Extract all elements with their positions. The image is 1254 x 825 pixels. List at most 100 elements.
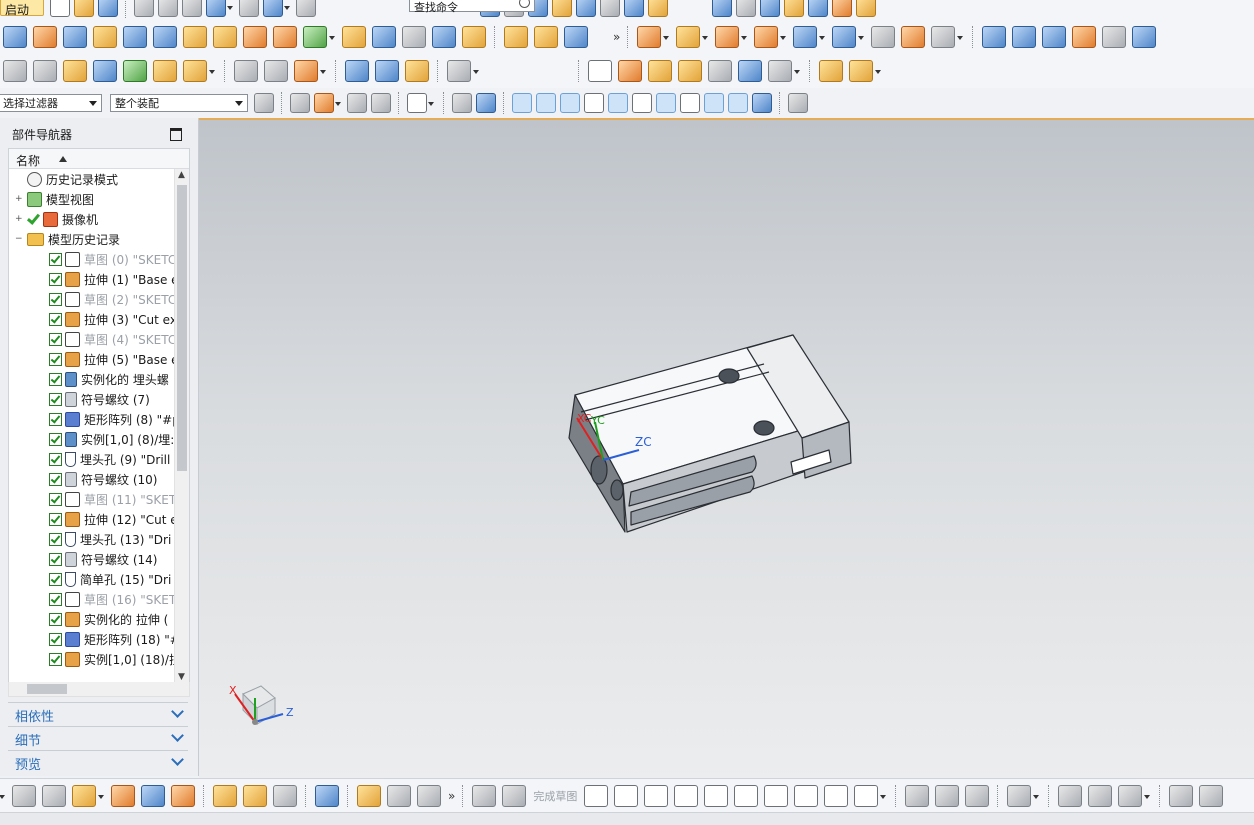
feature-row[interactable]: 草图 (11) "SKET (9, 489, 189, 509)
more-commands-icon[interactable]: » (613, 30, 620, 44)
measure-icon[interactable] (736, 0, 756, 17)
feature-checkbox[interactable] (49, 312, 62, 326)
offset-curve-icon[interactable] (854, 785, 879, 807)
panel-dependencies[interactable]: 相依性 (8, 702, 188, 725)
horizontal-scrollbar[interactable] (8, 682, 190, 697)
select-box-icon[interactable] (314, 93, 334, 113)
snap-on-curve-icon[interactable] (728, 93, 748, 113)
scroll-thumb[interactable] (177, 185, 187, 471)
feature-checkbox[interactable] (49, 452, 62, 466)
circle-icon[interactable] (674, 785, 699, 807)
line-icon[interactable] (614, 785, 639, 807)
check-clearance-icon[interactable] (315, 785, 339, 807)
feature-row[interactable]: 符号螺纹 (10) (9, 469, 189, 489)
tree-node-model-history[interactable]: − 模型历史记录 (9, 229, 189, 249)
make-corner-icon[interactable] (965, 785, 990, 807)
linear-dimension-icon[interactable] (1088, 785, 1113, 807)
feature-row[interactable]: 符号螺纹 (7) (9, 389, 189, 409)
feature-checkbox[interactable] (49, 392, 62, 406)
finish-sketch-label[interactable]: 完成草图 (533, 788, 577, 804)
redo-icon[interactable] (239, 0, 259, 17)
wcs-icon[interactable] (600, 0, 620, 17)
save-icon[interactable] (98, 0, 118, 17)
fit-tolerance-icon[interactable] (768, 60, 792, 82)
deselect-icon[interactable] (347, 93, 367, 113)
move-to-layer-icon[interactable] (33, 60, 57, 82)
grid-icon[interactable] (832, 0, 852, 17)
feature-checkbox[interactable] (49, 632, 62, 646)
section-icon[interactable] (552, 0, 572, 17)
chamfer-sketch-icon[interactable] (734, 785, 759, 807)
feature-row[interactable]: 草图 (4) "SKETC (9, 329, 189, 349)
feature-checkbox[interactable] (49, 492, 62, 506)
tree-node-cameras[interactable]: + 摄像机 (9, 209, 189, 229)
vertical-scrollbar[interactable]: ▲ ▼ (174, 169, 189, 683)
quick-trim-icon[interactable] (905, 785, 930, 807)
pad-icon[interactable] (342, 26, 366, 48)
collapse-icon[interactable]: − (15, 235, 23, 244)
feature-row[interactable]: 拉伸 (1) "Base e (9, 269, 189, 289)
move-face-icon[interactable] (931, 26, 956, 48)
sketch-icon[interactable] (472, 785, 497, 807)
copy-icon[interactable] (158, 0, 178, 17)
revolve-icon[interactable] (33, 26, 57, 48)
feature-checkbox[interactable] (49, 652, 62, 666)
draft-icon[interactable] (901, 26, 926, 48)
feature-row[interactable]: 拉伸 (12) "Cut e (9, 509, 189, 529)
feature-row[interactable]: 简单孔 (15) "Dri (9, 569, 189, 589)
hole-icon[interactable] (303, 26, 327, 48)
pattern-icon[interactable] (243, 26, 267, 48)
sew-icon[interactable] (234, 60, 258, 82)
feature-row[interactable]: 拉伸 (3) "Cut ex (9, 309, 189, 329)
feature-checkbox[interactable] (49, 572, 62, 586)
expand-icon[interactable]: + (15, 215, 23, 224)
component-icon[interactable] (849, 60, 873, 82)
explode-view-icon[interactable] (213, 785, 237, 807)
groove-icon[interactable] (402, 26, 426, 48)
scroll-up-icon[interactable]: ▲ (178, 170, 185, 180)
spring-icon[interactable] (345, 60, 369, 82)
angular-dimension-icon[interactable] (1118, 785, 1143, 807)
quick-extend-icon[interactable] (935, 785, 960, 807)
cut-icon[interactable] (134, 0, 154, 17)
swept-icon[interactable] (1042, 26, 1067, 48)
feature-checkbox[interactable] (49, 512, 62, 526)
selection-filter-select[interactable]: 选择过滤器 (0, 94, 102, 112)
select-chain-icon[interactable] (371, 93, 391, 113)
snap-endpoint-icon[interactable] (512, 93, 532, 113)
promote-icon[interactable] (153, 60, 177, 82)
wave-geometry-icon[interactable] (273, 785, 297, 807)
patch-icon[interactable] (264, 60, 288, 82)
pmi-icon[interactable] (387, 785, 411, 807)
snap-midpoint-icon[interactable] (536, 93, 556, 113)
layer-icon[interactable] (576, 0, 596, 17)
triangle-icon[interactable] (588, 60, 612, 82)
view-triad[interactable]: X Z (229, 684, 294, 726)
tree-node-model-views[interactable]: + 模型视图 (9, 189, 189, 209)
feature-row[interactable]: 拉伸 (5) "Base e (9, 349, 189, 369)
graphics-viewport[interactable]: XC YC ZC X Z (199, 118, 1254, 780)
feature-row[interactable]: 符号螺纹 (14) (9, 549, 189, 569)
feature-checkbox[interactable] (49, 412, 62, 426)
cylinder-icon[interactable] (93, 26, 117, 48)
feature-checkbox[interactable] (49, 292, 62, 306)
feature-row[interactable]: 实例[1,0] (18)/拉 (9, 649, 189, 669)
block-icon[interactable] (63, 26, 87, 48)
feature-row[interactable]: 埋头孔 (9) "Drill (9, 449, 189, 469)
feature-checkbox[interactable] (49, 332, 62, 346)
dimension-icon[interactable] (738, 60, 762, 82)
snap-curve-icon[interactable] (584, 93, 604, 113)
split-body-icon[interactable] (793, 26, 818, 48)
mirror-icon[interactable] (273, 26, 297, 48)
move-component-icon[interactable] (111, 785, 135, 807)
start-button[interactable]: 启动 (0, 0, 44, 17)
feature-row[interactable]: 矩形阵列 (18) "# (9, 629, 189, 649)
feature-checkbox[interactable] (49, 252, 62, 266)
render-style-icon[interactable] (263, 0, 283, 17)
body-select-icon[interactable] (476, 93, 496, 113)
feature-row[interactable]: 实例化的 拉伸 ( (9, 609, 189, 629)
feature-row[interactable]: 实例化的 埋头螺 (9, 369, 189, 389)
drawing-sheet-icon[interactable] (708, 60, 732, 82)
table-icon[interactable] (618, 60, 642, 82)
paste-icon[interactable] (182, 0, 202, 17)
